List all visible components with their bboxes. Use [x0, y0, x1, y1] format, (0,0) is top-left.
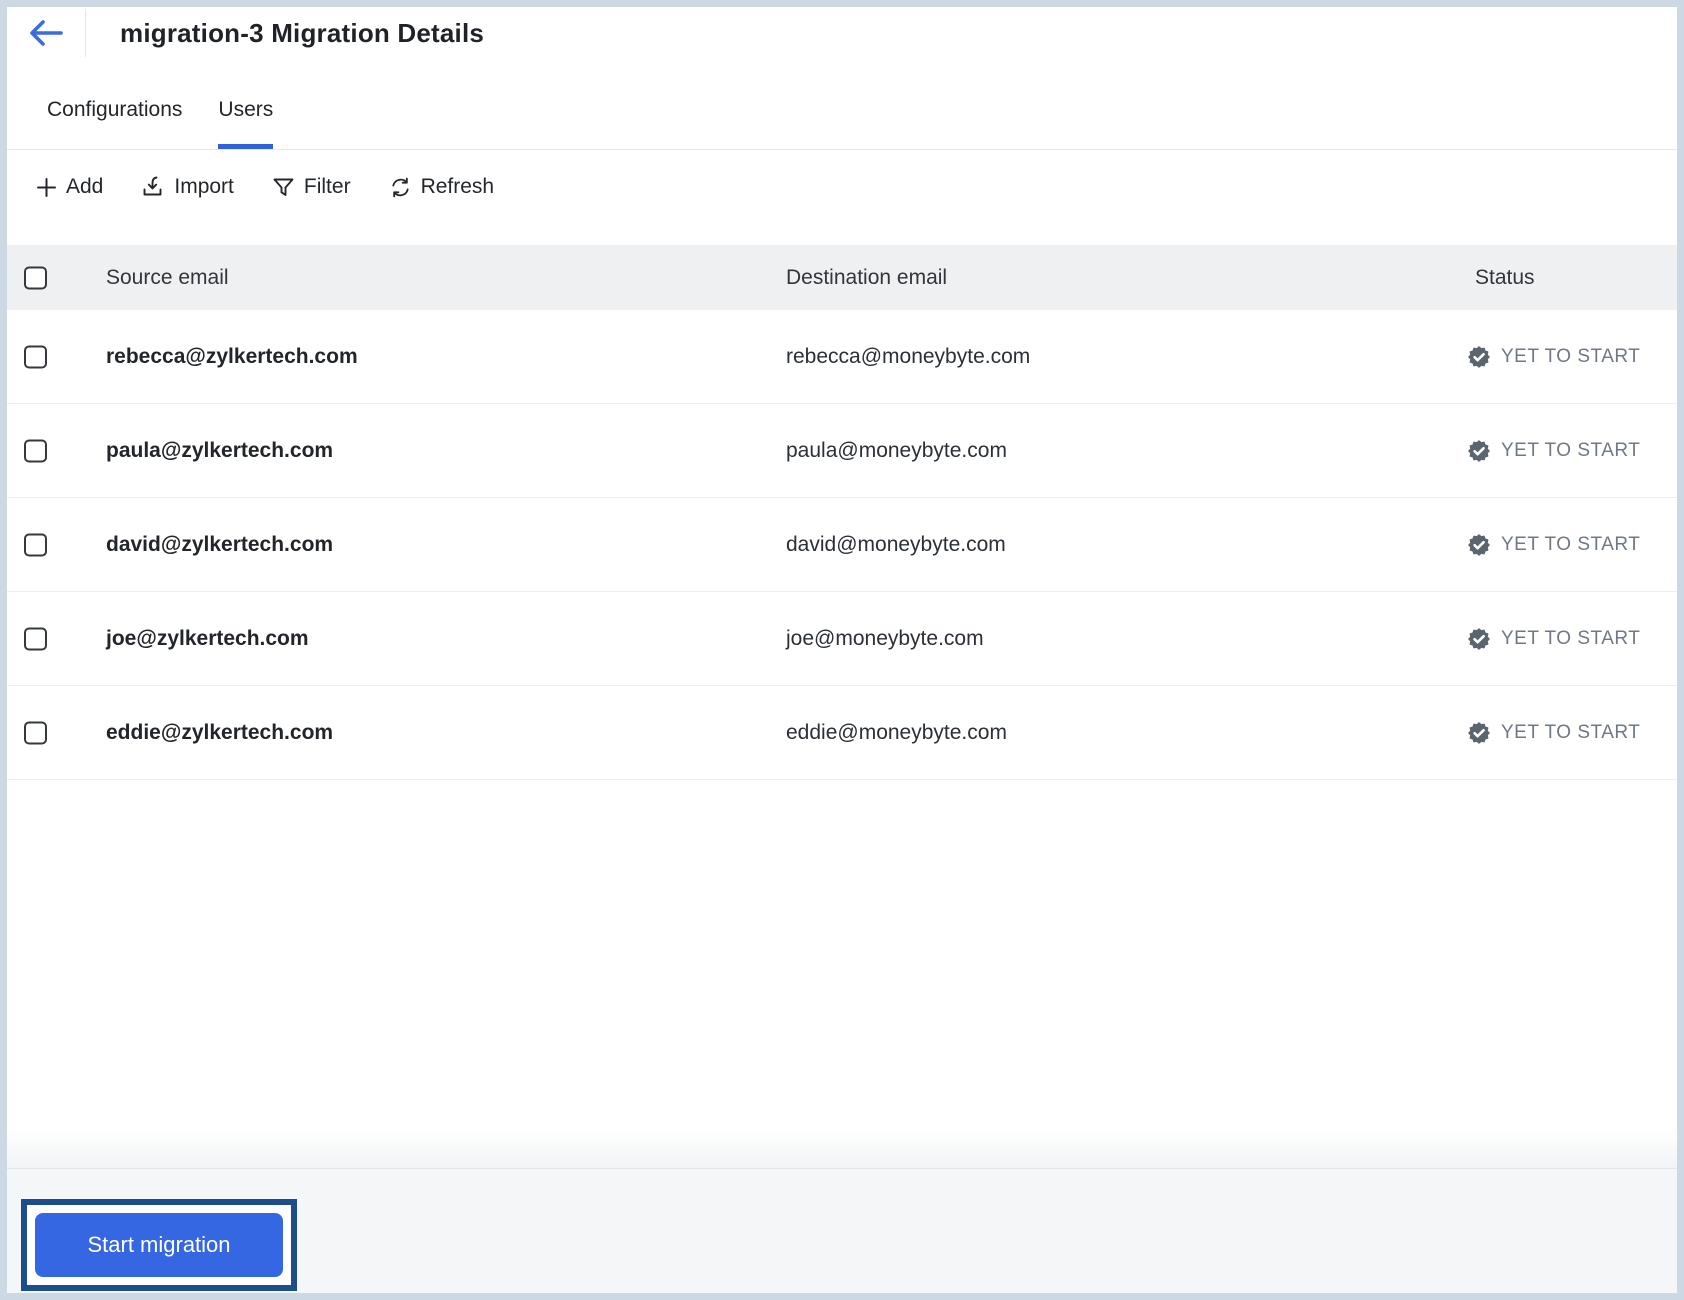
tab-bar: Configurations Users — [7, 90, 1677, 150]
import-button[interactable]: Import — [141, 175, 234, 199]
annotation-highlight-box: Start migration — [21, 1199, 297, 1291]
status-text: YET TO START — [1501, 345, 1641, 367]
status-badge: YET TO START — [1467, 345, 1640, 369]
filter-funnel-icon — [273, 178, 294, 196]
add-button[interactable]: Add — [36, 175, 103, 199]
table-row: david@zylkertech.com david@moneybyte.com… — [7, 498, 1677, 592]
page-title: migration-3 Migration Details — [120, 17, 485, 48]
seal-check-icon — [1468, 721, 1490, 744]
add-label: Add — [66, 175, 104, 198]
status-text: YET TO START — [1501, 439, 1641, 461]
status-text: YET TO START — [1501, 721, 1641, 743]
tab-label: Configurations — [47, 98, 183, 121]
column-header-destination-email: Destination email — [786, 265, 948, 289]
table-row: rebecca@zylkertech.com rebecca@moneybyte… — [7, 310, 1677, 404]
seal-check-icon — [1468, 627, 1490, 650]
footer-fade — [7, 1128, 1677, 1168]
status-text: YET TO START — [1501, 533, 1641, 555]
source-email: joe@zylkertech.com — [106, 626, 309, 650]
row-checkbox[interactable] — [24, 533, 47, 556]
destination-email: david@moneybyte.com — [786, 532, 1006, 556]
source-email: rebecca@zylkertech.com — [106, 344, 358, 368]
refresh-icon — [391, 177, 409, 197]
status-badge: YET TO START — [1467, 533, 1640, 557]
row-checkbox[interactable] — [24, 439, 47, 462]
users-toolbar: Add Import Filter Refresh — [7, 150, 1677, 224]
row-checkbox[interactable] — [24, 721, 47, 744]
back-button[interactable] — [7, 7, 85, 59]
row-checkbox[interactable] — [24, 345, 47, 368]
footer-bar: Start migration — [7, 1168, 1677, 1293]
source-email: paula@zylkertech.com — [106, 438, 334, 462]
seal-check-icon — [1468, 345, 1490, 368]
tab-label: Users — [218, 98, 274, 121]
back-arrow-icon — [30, 20, 63, 46]
destination-email: paula@moneybyte.com — [786, 438, 1007, 462]
destination-email: eddie@moneybyte.com — [786, 720, 1007, 744]
source-email: eddie@zylkertech.com — [106, 720, 334, 744]
source-email: david@zylkertech.com — [106, 532, 334, 556]
tab-configurations[interactable]: Configurations — [47, 90, 182, 149]
users-table-body: rebecca@zylkertech.com rebecca@moneybyte… — [7, 310, 1677, 780]
tab-users[interactable]: Users — [218, 90, 273, 149]
table-row: paula@zylkertech.com paula@moneybyte.com… — [7, 404, 1677, 498]
seal-check-icon — [1468, 439, 1490, 462]
seal-check-icon — [1468, 533, 1490, 556]
table-header: Source email Destination email Status — [7, 245, 1677, 310]
status-text: YET TO START — [1501, 627, 1641, 649]
destination-email: rebecca@moneybyte.com — [786, 344, 1031, 368]
refresh-button[interactable]: Refresh — [389, 175, 495, 199]
destination-email: joe@moneybyte.com — [786, 626, 984, 650]
table-row: joe@zylkertech.com joe@moneybyte.com YET… — [7, 592, 1677, 686]
filter-button[interactable]: Filter — [272, 175, 351, 199]
import-label: Import — [174, 175, 234, 198]
status-badge: YET TO START — [1467, 721, 1640, 745]
column-header-status: Status — [1475, 265, 1535, 289]
select-all-checkbox[interactable] — [24, 266, 47, 289]
status-badge: YET TO START — [1467, 439, 1640, 463]
import-icon — [143, 176, 162, 196]
row-checkbox[interactable] — [24, 627, 47, 650]
table-row: eddie@zylkertech.com eddie@moneybyte.com… — [7, 686, 1677, 780]
page-header: migration-3 Migration Details — [7, 7, 1677, 59]
column-header-source-email: Source email — [106, 265, 229, 289]
migration-details-page: migration-3 Migration Details Configurat… — [0, 0, 1684, 1300]
refresh-label: Refresh — [420, 175, 495, 198]
header-divider — [85, 9, 86, 57]
plus-icon — [37, 177, 56, 197]
filter-label: Filter — [303, 175, 351, 198]
start-migration-button[interactable]: Start migration — [35, 1213, 283, 1277]
status-badge: YET TO START — [1467, 627, 1640, 651]
